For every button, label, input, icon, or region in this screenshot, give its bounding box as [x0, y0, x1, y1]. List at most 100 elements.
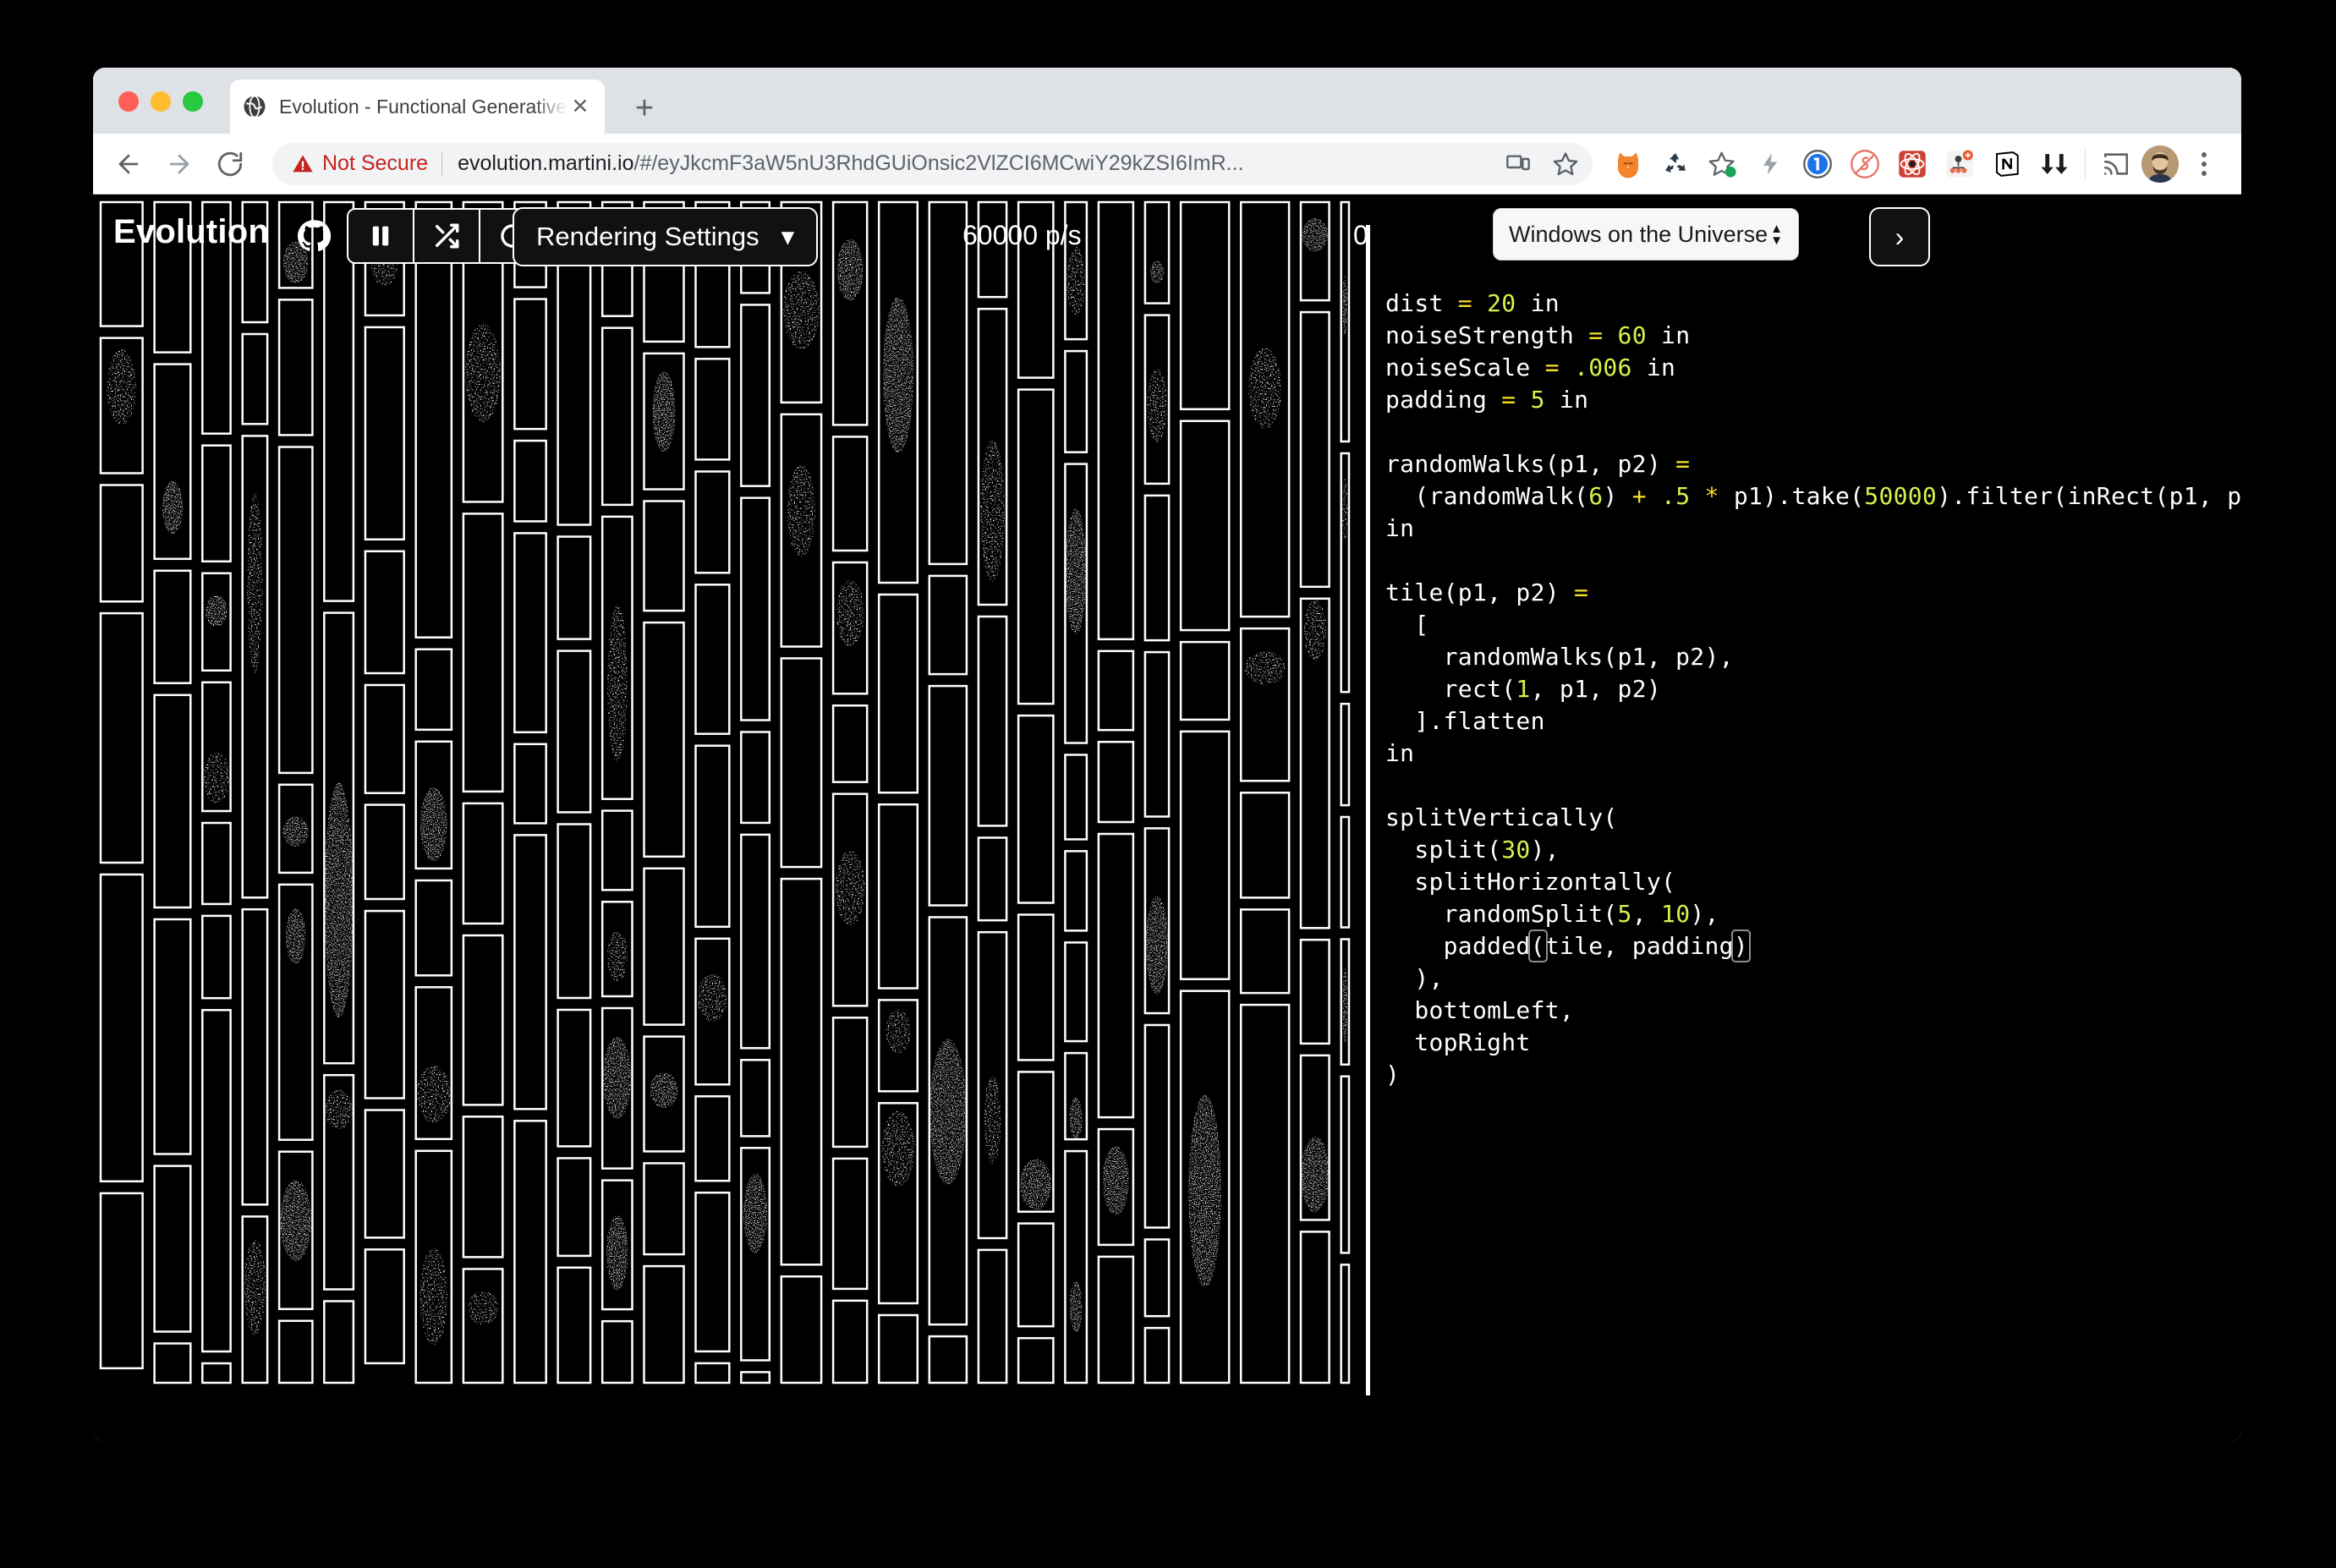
code-line: in — [1385, 737, 2214, 770]
lightning-extension-icon[interactable] — [1748, 142, 1792, 186]
not-secure-label: Not Secure — [322, 151, 428, 176]
random-walk-cloud — [283, 241, 308, 283]
code-token: in — [1632, 354, 1675, 381]
code-token: * — [1705, 482, 1734, 510]
preset-select[interactable]: Windows on the Universe ▲▼ — [1493, 208, 1799, 260]
code-line — [1385, 545, 2214, 577]
recycle-extension-icon[interactable] — [1653, 142, 1697, 186]
code-token: in — [1647, 321, 1690, 349]
random-walk-cloud — [1067, 247, 1085, 316]
code-token: splitVertically( — [1385, 803, 1618, 831]
random-walk-cloud — [1146, 896, 1168, 995]
minimize-window-button[interactable] — [151, 91, 171, 112]
extension-toolbar — [1606, 142, 2076, 186]
forward-button[interactable] — [159, 144, 200, 184]
code-line: tile(p1, p2) = — [1385, 577, 2214, 609]
random-walk-cloud — [420, 787, 447, 862]
code-token: topRight — [1385, 1028, 1531, 1056]
close-tab-button[interactable]: ✕ — [568, 94, 593, 119]
code-token: + — [1632, 482, 1661, 510]
code-token: 60 — [1618, 321, 1647, 349]
generative-art-canvas[interactable] — [93, 195, 1362, 1395]
random-walk-cloud — [984, 1076, 1001, 1165]
random-walk-cloud — [1244, 651, 1286, 685]
address-bar-actions — [1496, 143, 1587, 185]
address-bar[interactable]: Not Secure evolution.martini.io/#/eyJkcm… — [272, 143, 1593, 185]
code-token: 10 — [1661, 900, 1690, 928]
maximize-window-button[interactable] — [183, 91, 203, 112]
code-line: dist = 20 in — [1385, 288, 2214, 320]
user-avatar — [2141, 145, 2179, 183]
preset-select-value: Windows on the Universe — [1509, 222, 1770, 248]
toolbar-divider — [2085, 150, 2086, 178]
random-walk-cloud — [1147, 370, 1166, 443]
random-walk-cloud — [1343, 276, 1347, 335]
code-line: rect(1, p1, p2) — [1385, 673, 2214, 705]
code-token: split( — [1385, 836, 1501, 863]
reload-button[interactable] — [210, 144, 250, 184]
code-line: randomWalks(p1, p2) = — [1385, 448, 2214, 480]
cat-extension-icon[interactable] — [1606, 142, 1650, 186]
code-token: 5 — [1531, 386, 1545, 414]
back-button[interactable] — [108, 144, 149, 184]
notion-extension-icon[interactable] — [1985, 142, 2029, 186]
random-walk-cloud — [465, 324, 501, 422]
code-token: = — [1545, 354, 1574, 381]
code-token: = — [1588, 321, 1617, 349]
random-walk-cloud — [883, 297, 913, 452]
random-walk-cloud — [929, 1039, 966, 1185]
random-walk-cloud — [1248, 348, 1281, 429]
pause-button[interactable] — [348, 210, 414, 262]
not-secure-indicator[interactable]: Not Secure — [291, 151, 428, 176]
random-walk-cloud — [162, 481, 183, 534]
new-tab-button[interactable]: + — [626, 90, 663, 127]
globe-icon — [242, 94, 267, 119]
stepper-arrows-icon: ▲▼ — [1770, 224, 1783, 245]
random-walk-cloud — [882, 1111, 915, 1187]
random-walk-cloud — [1343, 968, 1347, 1044]
code-token: randomWalks(p1, p2), — [1385, 643, 1734, 671]
stylish-disabled-extension-icon[interactable] — [1843, 142, 1887, 186]
code-token: dist — [1385, 289, 1458, 317]
random-walk-cloud — [1304, 600, 1326, 661]
close-window-button[interactable] — [118, 91, 139, 112]
random-walk-cloud — [244, 1239, 266, 1335]
code-token: , p1, p2) — [1531, 675, 1661, 703]
cast-icon[interactable] — [2094, 142, 2138, 186]
code-line: ) — [1385, 1059, 2214, 1091]
random-walk-cloud — [653, 370, 676, 452]
browser-tab[interactable]: Evolution - Functional Generative Art ✕ — [230, 79, 605, 134]
avatar[interactable] — [2138, 142, 2182, 186]
url-path: /#/eyJkcmF3aW5nU3RhdGUiOnsic2VlZCI6MCwiY… — [634, 151, 1244, 175]
cast-to-device-icon[interactable] — [1496, 142, 1540, 186]
shuffle-button[interactable] — [414, 210, 480, 262]
artwork-svg — [93, 195, 1362, 1395]
graph-add-extension-icon[interactable] — [1938, 142, 1982, 186]
bookmark-star-icon[interactable] — [1544, 142, 1587, 186]
rendering-settings-dropdown[interactable]: Rendering Settings ▾ — [513, 207, 818, 266]
code-token: = — [1574, 578, 1588, 606]
random-walk-cloud — [980, 440, 1005, 581]
code-line: ].flatten — [1385, 705, 2214, 737]
double-down-arrow-extension-icon[interactable] — [2032, 142, 2076, 186]
code-line: splitVertically( — [1385, 802, 2214, 834]
evernote-star-extension-icon[interactable] — [1701, 142, 1745, 186]
code-line: ), — [1385, 962, 2214, 995]
code-token: in — [1516, 289, 1559, 317]
random-walk-cloud — [1188, 1095, 1221, 1287]
code-token: in — [1385, 739, 1414, 767]
random-walk-cloud — [1302, 1137, 1330, 1213]
react-devtools-extension-icon[interactable] — [1890, 142, 1934, 186]
random-walk-cloud — [698, 973, 728, 1022]
three-dots-icon — [2202, 152, 2207, 176]
random-walk-cloud — [280, 1180, 311, 1261]
panel-toggle-button[interactable]: › — [1869, 207, 1930, 266]
random-walk-cloud — [783, 271, 820, 349]
onepassword-extension-icon[interactable] — [1796, 142, 1840, 186]
code-token: noiseScale — [1385, 354, 1545, 381]
code-token: 30 — [1501, 836, 1530, 863]
browser-menu-button[interactable] — [2182, 142, 2226, 186]
code-token: ), — [1690, 900, 1719, 928]
code-token: (randomWalk( — [1385, 482, 1588, 510]
code-editor[interactable]: dist = 20 innoiseStrength = 60 innoiseSc… — [1385, 288, 2214, 1387]
